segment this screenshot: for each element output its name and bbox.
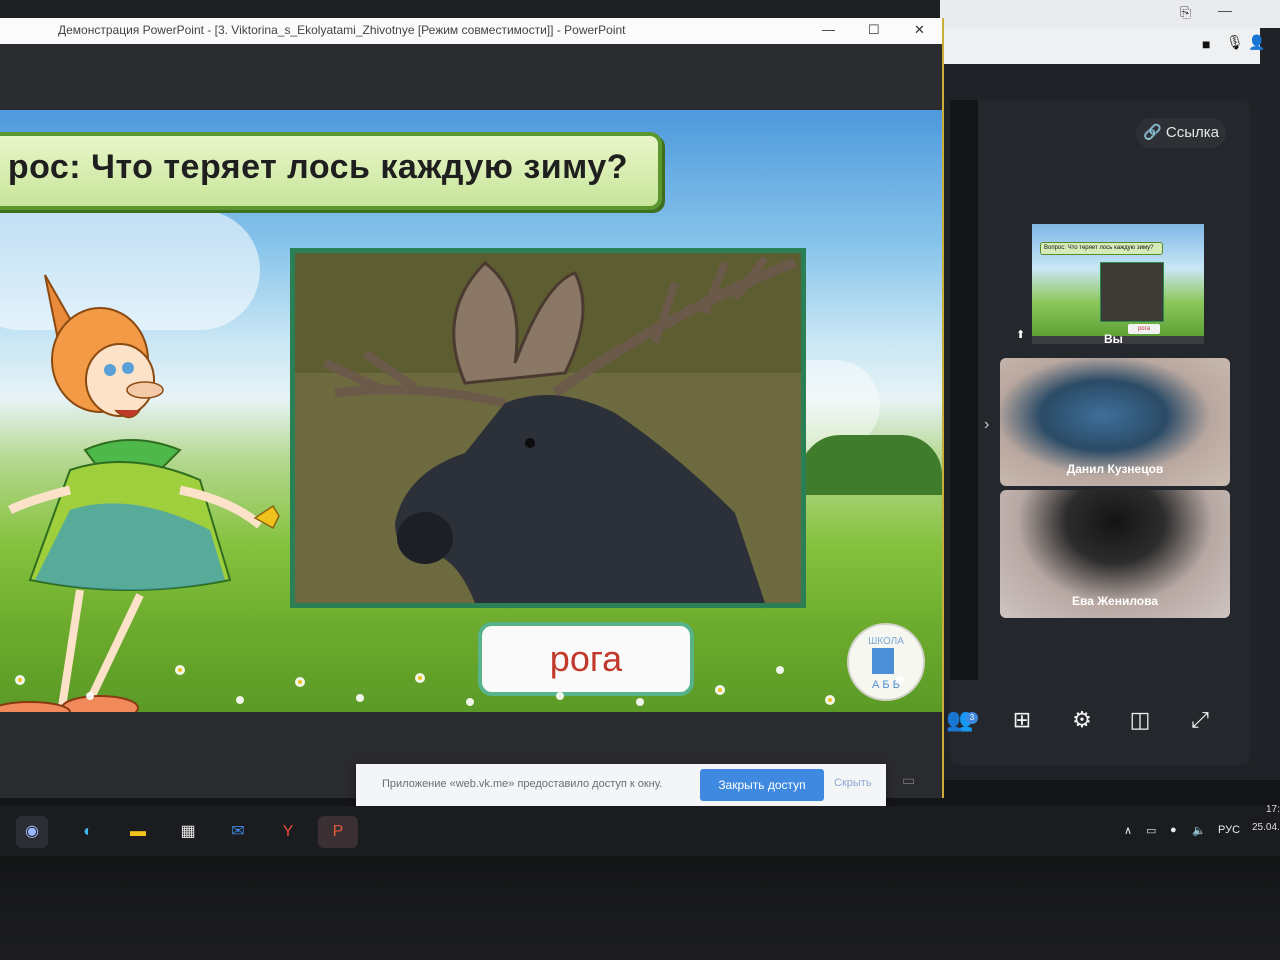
participant-name: Ева Женилова <box>1071 594 1159 608</box>
store-icon: ▦ <box>180 823 196 840</box>
vk-toolbar: ■ 🎙 👤 <box>940 28 1265 64</box>
powerpoint-icon: P <box>332 823 344 840</box>
screen-share-notice: Приложение «web.vk.me» предоставило дост… <box>356 764 915 806</box>
daisy-field <box>15 665 904 706</box>
windows-icon: ◉ <box>25 823 39 840</box>
call-controls: 👥 3 ⊞ ⚙ ◫ ⤢ <box>940 700 1240 750</box>
store-app[interactable]: ▦ <box>172 816 204 848</box>
presentation-letterbox <box>0 44 942 108</box>
mail-app[interactable]: ✉ <box>222 816 254 848</box>
minimize-button[interactable]: — <box>822 22 835 37</box>
minimize-icon[interactable]: — <box>1218 2 1232 18</box>
camera-icon[interactable]: ■ <box>1202 36 1210 52</box>
screen-share-icon[interactable]: ▭ <box>902 772 922 796</box>
mail-icon: ✉ <box>231 823 245 840</box>
bookmark-icon[interactable]: ⎘ <box>1180 4 1191 21</box>
monitor-bezel <box>0 856 1280 960</box>
explorer-app[interactable]: ▬ <box>122 816 154 848</box>
language-indicator[interactable]: РУС <box>1218 824 1240 836</box>
grid-icon: ⊞ <box>1012 707 1032 732</box>
link-icon: 🔗 <box>1143 124 1166 141</box>
vk-titlebar: ⎘ — <box>940 0 1280 28</box>
yandex-browser-app[interactable]: Y <box>272 816 304 848</box>
share-screen-icon: ⬆ <box>1016 329 1026 341</box>
participants-button[interactable]: 👥 3 <box>940 700 980 740</box>
powerpoint-window: Демонстрация PowerPoint - [3. Viktorina_… <box>0 18 944 798</box>
question-text: рос: Что теряет лось каждую зиму? <box>7 148 628 186</box>
clock-time[interactable]: 17: <box>1266 804 1280 815</box>
participant-name: Данил Кузнецов <box>1066 462 1164 476</box>
participant-tile-2[interactable]: Ева Женилова <box>1000 490 1230 618</box>
clock-date[interactable]: 25.04. <box>1252 822 1280 833</box>
next-page-arrow-icon[interactable]: › <box>984 416 989 434</box>
self-screen-preview: Вопрос: Что теряет лось каждую зиму? рог… <box>1032 224 1204 336</box>
close-button[interactable]: ✕ <box>914 22 925 38</box>
vk-stage-panel <box>950 100 978 680</box>
moose-photo <box>295 253 801 603</box>
yandex-icon: Y <box>282 823 294 840</box>
participants-count-badge: 3 <box>966 712 978 724</box>
powerpoint-app[interactable]: P <box>318 816 358 848</box>
powerpoint-titlebar: Демонстрация PowerPoint - [3. Viktorina_… <box>0 18 942 44</box>
layout-icon: ◫ <box>1129 707 1151 732</box>
mini-moose-photo <box>1100 262 1164 322</box>
mini-question: Вопрос: Что теряет лось каждую зиму? <box>1040 242 1163 255</box>
monitor-screen: ⎘ — ■ 🎙 👤 🔗 Ссылка Вопрос: Что теряет ло… <box>0 0 1280 960</box>
mini-answer: рога <box>1128 324 1160 334</box>
participant-tile-1[interactable]: Данил Кузнецов <box>1000 358 1230 486</box>
hide-link[interactable]: Скрыть <box>834 777 872 789</box>
volume-icon[interactable]: 🔈 <box>1192 824 1206 837</box>
gear-icon: ⚙ <box>1072 707 1092 732</box>
battery-icon[interactable]: ▭ <box>1146 824 1156 837</box>
link-label: Ссылка <box>1165 124 1219 141</box>
self-video-tile[interactable]: Вопрос: Что теряет лось каждую зиму? рог… <box>1016 224 1204 346</box>
microphone-icon[interactable]: ● <box>1170 824 1177 836</box>
close-access-button[interactable]: Закрыть доступ <box>700 769 824 801</box>
moose-illustration <box>295 253 801 603</box>
folder-icon: ▬ <box>130 823 146 840</box>
vk-call-window: ⎘ — ■ 🎙 👤 🔗 Ссылка Вопрос: Что теряет ло… <box>940 0 1280 780</box>
moose-photo-frame <box>290 248 806 608</box>
start-button[interactable]: ◉ <box>16 816 48 848</box>
link-button[interactable]: 🔗 Ссылка <box>1136 118 1226 148</box>
edge-app[interactable]: ◐ <box>72 816 104 848</box>
microphone-icon[interactable]: 🎙 <box>1226 34 1244 51</box>
taskbar: ◉ ◐ ▬ ▦ ✉ Y P ∧ ▭ ● 🔈 РУС <box>0 806 1280 856</box>
person-icon[interactable]: 👤 <box>1248 34 1265 51</box>
notice-text: Приложение «web.vk.me» предоставило дост… <box>382 778 663 790</box>
grid-view-button[interactable]: ⊞ <box>1002 700 1042 740</box>
layout-button[interactable]: ◫ <box>1120 700 1160 740</box>
self-label: Вы <box>1104 332 1123 346</box>
question-banner: рос: Что теряет лось каждую зиму? <box>0 132 662 210</box>
settings-button[interactable]: ⚙ <box>1062 700 1102 740</box>
slide[interactable]: рос: Что теряет лось каждую зиму? рога Ш… <box>0 110 942 712</box>
chevron-up-icon[interactable]: ∧ <box>1124 824 1132 837</box>
expand-icon: ⤢ <box>1191 707 1209 732</box>
window-title: Демонстрация PowerPoint - [3. Viktorina_… <box>58 23 626 37</box>
trees <box>800 435 942 495</box>
fullscreen-button[interactable]: ⤢ <box>1180 700 1220 740</box>
edge-icon: ◐ <box>83 823 93 840</box>
maximize-button[interactable]: ☐ <box>868 22 880 38</box>
